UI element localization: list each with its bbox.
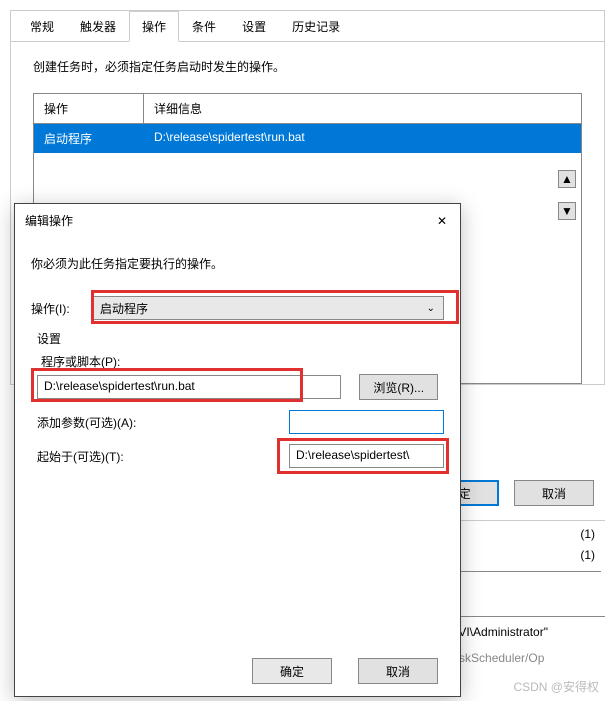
browse-button[interactable]: 浏览(R)... xyxy=(359,374,438,400)
action-dropdown-value: 启动程序 xyxy=(100,300,148,317)
cell-action: 启动程序 xyxy=(34,124,144,153)
move-up-button[interactable]: ▲ xyxy=(558,170,576,188)
tabs: 常规 触发器 操作 条件 设置 历史记录 xyxy=(11,11,604,42)
chevron-down-icon: ▼ xyxy=(561,204,573,218)
cell-detail: D:\release\spidertest\run.bat xyxy=(144,124,315,153)
chevron-down-icon: ⌄ xyxy=(427,303,435,314)
move-down-button[interactable]: ▼ xyxy=(558,202,576,220)
col-header-detail[interactable]: 详细信息 xyxy=(144,94,212,123)
watermark: CSDN @安得权 xyxy=(513,678,599,695)
table-row[interactable]: 启动程序 D:\release\spidertest\run.bat xyxy=(34,124,581,153)
action-label: 操作(I): xyxy=(31,300,91,317)
program-path-input[interactable]: D:\release\spidertest\run.bat xyxy=(37,375,341,399)
dialog-instruction: 你必须为此任务指定要执行的操作。 xyxy=(31,255,444,272)
tab-history[interactable]: 历史记录 xyxy=(279,11,353,42)
arguments-label: 添加参数(可选)(A): xyxy=(37,414,136,431)
close-button[interactable]: ✕ xyxy=(434,213,450,229)
close-icon: ✕ xyxy=(437,214,447,228)
settings-group-label: 设置 xyxy=(37,330,444,347)
dialog-cancel-button[interactable]: 取消 xyxy=(358,658,438,684)
window-cancel-button[interactable]: 取消 xyxy=(514,480,594,506)
action-dropdown[interactable]: 启动程序 ⌄ xyxy=(91,296,444,320)
chevron-up-icon: ▲ xyxy=(561,172,573,186)
dialog-ok-button[interactable]: 确定 xyxy=(252,658,332,684)
tab-triggers[interactable]: 触发器 xyxy=(67,11,129,42)
col-header-action[interactable]: 操作 xyxy=(34,94,144,123)
tab-settings[interactable]: 设置 xyxy=(229,11,279,42)
startin-input[interactable]: D:\release\spidertest\ xyxy=(289,444,444,468)
tab-general[interactable]: 常规 xyxy=(17,11,67,42)
arguments-input[interactable] xyxy=(289,410,444,434)
tab-actions[interactable]: 操作 xyxy=(129,11,179,42)
actions-instruction: 创建任务时，必须指定任务启动时发生的操作。 xyxy=(11,42,604,93)
program-label: 程序或脚本(P): xyxy=(41,353,444,370)
tab-conditions[interactable]: 条件 xyxy=(179,11,229,42)
edit-action-dialog: 编辑操作 ✕ 你必须为此任务指定要执行的操作。 操作(I): 启动程序 ⌄ 设置… xyxy=(14,203,461,697)
startin-label: 起始于(可选)(T): xyxy=(37,448,124,465)
dialog-title: 编辑操作 xyxy=(25,212,73,229)
